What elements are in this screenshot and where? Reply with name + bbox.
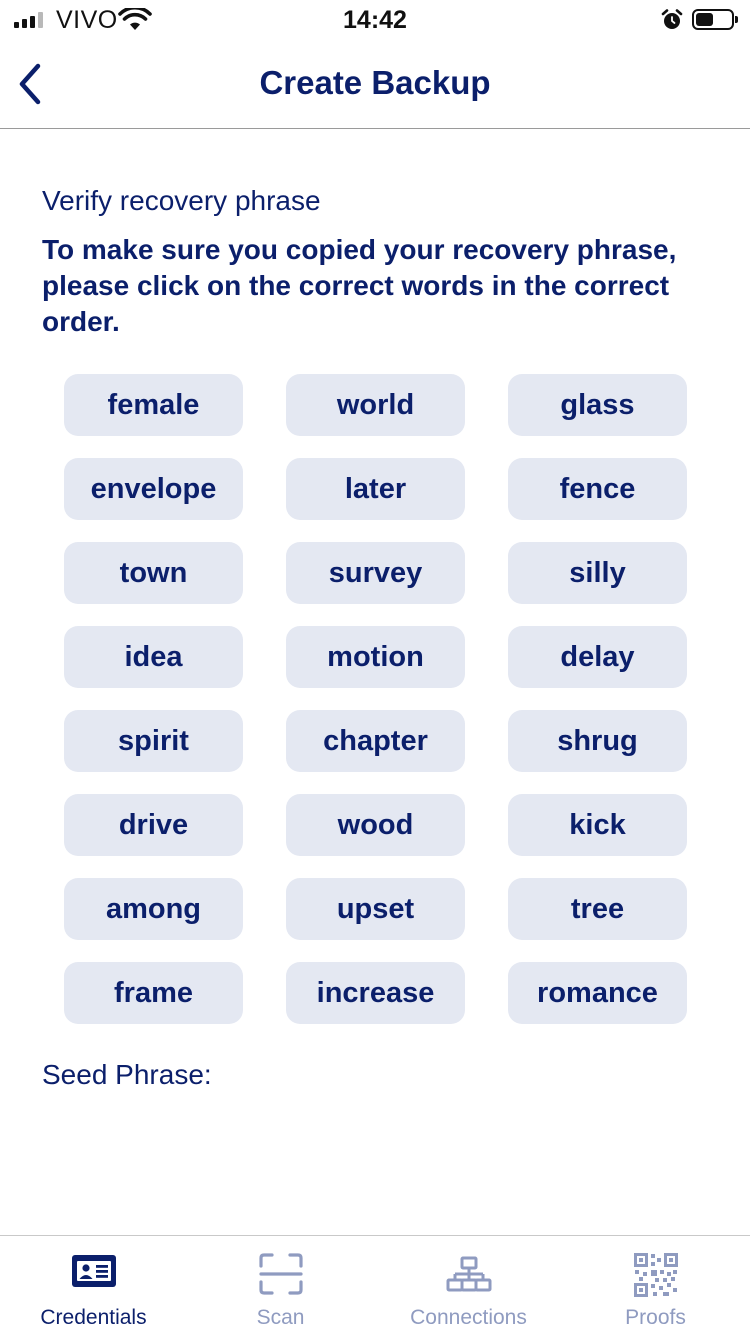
word-chip[interactable]: town xyxy=(64,542,243,604)
word-chip[interactable]: chapter xyxy=(286,710,465,772)
word-chip[interactable]: envelope xyxy=(64,458,243,520)
alarm-icon xyxy=(661,9,683,29)
qr-code-icon xyxy=(633,1253,678,1297)
word-chip[interactable]: later xyxy=(286,458,465,520)
seed-phrase-label: Seed Phrase: xyxy=(42,1059,212,1090)
word-chip[interactable]: spirit xyxy=(64,710,243,772)
screen: VIVO 14:42 Create Backup Verify recovery… xyxy=(0,0,750,1334)
word-chip[interactable]: kick xyxy=(508,794,687,856)
tab-scan[interactable]: Scan xyxy=(187,1236,374,1334)
word-grid: female world glass envelope later fence … xyxy=(64,374,687,1024)
tab-credentials[interactable]: Credentials xyxy=(0,1236,187,1334)
tab-label: Credentials xyxy=(40,1306,147,1329)
word-chip[interactable]: female xyxy=(64,374,243,436)
tab-connections[interactable]: Connections xyxy=(375,1236,562,1334)
word-chip[interactable]: fence xyxy=(508,458,687,520)
word-chip[interactable]: idea xyxy=(64,626,243,688)
word-chip[interactable]: romance xyxy=(508,962,687,1024)
tab-proofs[interactable]: Proofs xyxy=(562,1236,749,1334)
tab-label: Connections xyxy=(410,1306,527,1329)
word-chip[interactable]: glass xyxy=(508,374,687,436)
word-chip[interactable]: world xyxy=(286,374,465,436)
page-title: Create Backup xyxy=(259,64,491,101)
section-subtitle: Verify recovery phrase xyxy=(42,185,321,216)
word-chip[interactable]: frame xyxy=(64,962,243,1024)
word-chip[interactable]: drive xyxy=(64,794,243,856)
word-chip[interactable]: shrug xyxy=(508,710,687,772)
tab-label: Scan xyxy=(256,1306,305,1329)
word-chip[interactable]: among xyxy=(64,878,243,940)
scan-icon xyxy=(258,1253,303,1295)
battery-icon xyxy=(692,9,738,30)
word-chip[interactable]: silly xyxy=(508,542,687,604)
word-chip[interactable]: tree xyxy=(508,878,687,940)
id-card-icon xyxy=(71,1255,116,1287)
word-chip[interactable]: motion xyxy=(286,626,465,688)
word-chip[interactable]: upset xyxy=(286,878,465,940)
word-chip[interactable]: wood xyxy=(286,794,465,856)
status-bar: VIVO 14:42 xyxy=(0,0,750,40)
word-chip[interactable]: survey xyxy=(286,542,465,604)
instructions-text: To make sure you copied your recovery ph… xyxy=(42,234,677,337)
tab-label: Proofs xyxy=(625,1306,686,1329)
tab-bar: Credentials Scan Connections Proofs xyxy=(0,1235,750,1334)
nav-header: Create Backup xyxy=(0,40,750,129)
word-chip[interactable]: delay xyxy=(508,626,687,688)
word-chip[interactable]: increase xyxy=(286,962,465,1024)
network-icon xyxy=(446,1256,491,1292)
status-time: 14:42 xyxy=(343,6,407,34)
